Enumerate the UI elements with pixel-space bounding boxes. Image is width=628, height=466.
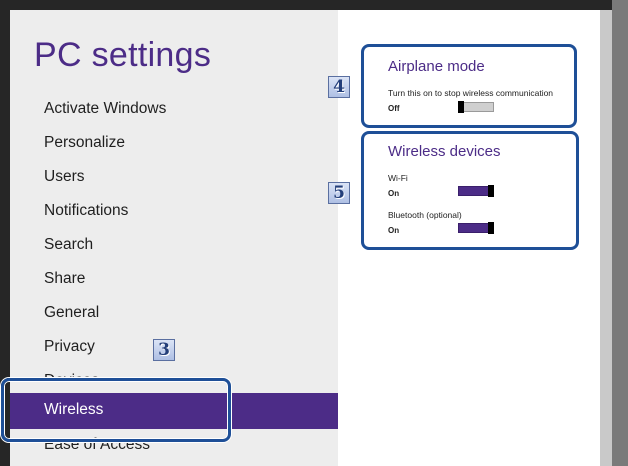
wifi-toggle[interactable] xyxy=(458,185,494,197)
nav-item-share[interactable]: Share xyxy=(44,270,85,288)
nav-item-search[interactable]: Search xyxy=(44,236,93,254)
callout-badge-4: 4 xyxy=(328,76,350,98)
callout-badge-3: 3 xyxy=(153,339,175,361)
nav-item-privacy[interactable]: Privacy xyxy=(44,338,95,356)
nav-item-activate-windows[interactable]: Activate Windows xyxy=(44,100,166,118)
bluetooth-toggle[interactable] xyxy=(458,222,494,234)
toggle-thumb xyxy=(458,101,464,113)
bluetooth-state: On xyxy=(388,226,400,235)
callout-highlight-airplane-mode xyxy=(361,44,577,128)
nav-item-general[interactable]: General xyxy=(44,304,99,322)
nav-item-personalize[interactable]: Personalize xyxy=(44,134,125,152)
toggle-thumb xyxy=(488,185,494,197)
pc-settings-screen: PC settings Activate Windows Personalize… xyxy=(0,0,628,466)
page-title: PC settings xyxy=(34,36,212,74)
callout-badge-5: 5 xyxy=(328,182,350,204)
wireless-devices-title: Wireless devices xyxy=(388,143,501,160)
nav-item-users[interactable]: Users xyxy=(44,168,84,186)
device-frame-right xyxy=(612,0,628,466)
toggle-thumb xyxy=(488,222,494,234)
airplane-mode-toggle[interactable] xyxy=(458,101,494,113)
wifi-label: Wi-Fi xyxy=(388,173,408,183)
wifi-state: On xyxy=(388,189,400,198)
right-edge-strip xyxy=(600,10,612,466)
callout-highlight-wireless xyxy=(1,378,231,442)
airplane-mode-description: Turn this on to stop wireless communicat… xyxy=(388,88,554,98)
airplane-mode-state: Off xyxy=(388,104,400,113)
device-frame-top xyxy=(0,0,628,10)
airplane-mode-title: Airplane mode xyxy=(388,58,485,75)
bluetooth-label: Bluetooth (optional) xyxy=(388,210,462,220)
nav-item-notifications[interactable]: Notifications xyxy=(44,202,128,220)
